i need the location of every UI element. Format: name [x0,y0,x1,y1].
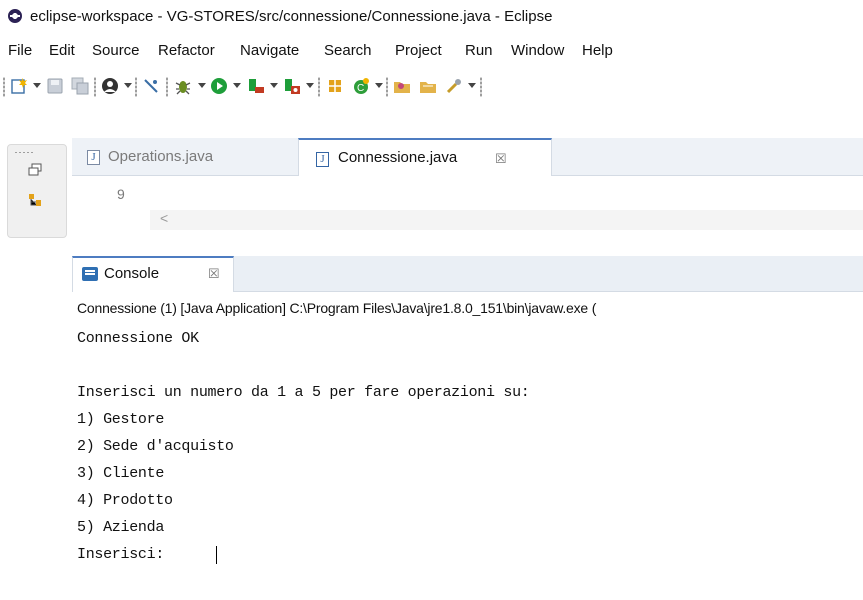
menu-help[interactable]: Help [582,42,613,59]
save-icon[interactable] [46,77,64,95]
console-line: 4) Prodotto [77,492,173,509]
run-icon[interactable] [210,77,228,95]
menu-project[interactable]: Project [395,42,442,59]
new-dropdown-icon[interactable] [33,83,41,88]
tab-label: Operations.java [108,148,214,165]
console-line: 1) Gestore [77,411,165,428]
menu-edit[interactable]: Edit [49,42,75,59]
toolbar-separator [3,77,5,97]
tab-console[interactable]: Console ☒ [72,256,234,292]
console-launch-status: Connessione (1) [Java Application] C:\Pr… [77,300,597,316]
console-line: 5) Azienda [77,519,165,536]
save-all-icon[interactable] [71,77,89,95]
menu-run[interactable]: Run [465,42,493,59]
window-title: eclipse-workspace - VG-STORES/src/connes… [30,8,553,25]
coverage-icon[interactable] [247,77,265,95]
new-class-dropdown-icon[interactable] [375,83,383,88]
drag-handle[interactable] [14,151,34,154]
new-icon[interactable] [10,77,28,95]
debug-perspective-icon[interactable] [101,77,119,95]
console-input-prompt: Inserisci: [77,546,173,563]
java-file-icon: J [87,150,100,165]
eclipse-logo-icon [8,9,22,23]
new-java-class-icon[interactable]: C [352,77,370,95]
console-tab-bar: Console ☒ [72,256,863,292]
dropdown-icon[interactable] [124,83,132,88]
horizontal-scrollbar[interactable]: < [150,210,863,230]
menu-window[interactable]: Window [511,42,564,59]
run-dropdown-icon[interactable] [233,83,241,88]
minimized-view-stack [7,144,67,238]
console-line: 2) Sede d'acquisto [77,438,234,455]
console-line: Connessione OK [77,330,199,347]
title-bar: eclipse-workspace - VG-STORES/src/connes… [0,0,863,34]
text-cursor [216,546,217,564]
debug-bug-icon[interactable] [174,77,192,95]
toolbar-separator [166,77,168,97]
toolbar-separator [318,77,320,97]
skip-breakpoints-icon[interactable] [142,77,160,95]
tab-connessione-java[interactable]: J Connessione.java ☒ [298,138,552,176]
scroll-left-arrow-icon[interactable]: < [160,210,168,226]
console-icon [82,267,98,281]
tab-label: Console [104,265,160,282]
close-icon[interactable]: ☒ [495,151,507,167]
package-explorer-icon[interactable] [28,193,42,207]
java-file-icon: J [316,152,329,167]
toolbar-separator [135,77,137,97]
debug-dropdown-icon[interactable] [198,83,206,88]
svg-text:C: C [357,83,364,94]
console-line: 3) Cliente [77,465,165,482]
open-type-icon[interactable] [393,77,411,95]
menu-refactor[interactable]: Refactor [158,42,215,59]
line-number: 9 [117,186,125,202]
console-line: Inserisci un numero da 1 a 5 per fare op… [77,384,530,401]
menu-bar: File Edit Source Refactor Navigate Searc… [0,34,863,66]
menu-search[interactable]: Search [324,42,372,59]
restore-icon[interactable] [28,163,42,177]
editor-tab-bar: J Operations.java J Connessione.java ☒ [72,138,863,176]
console-output[interactable]: Connessione OK Inserisci un numero da 1 … [77,330,863,600]
menu-navigate[interactable]: Navigate [240,42,299,59]
toolbar-separator [386,77,388,97]
menu-file[interactable]: File [8,42,32,59]
coverage-dropdown-icon[interactable] [270,83,278,88]
new-java-package-icon[interactable] [326,77,344,95]
main-toolbar: C [0,66,863,106]
open-task-icon[interactable] [419,77,437,95]
search-tool-icon[interactable] [445,77,463,95]
external-tools-dropdown-icon[interactable] [306,83,314,88]
search-dropdown-icon[interactable] [468,83,476,88]
toolbar-separator [480,77,482,97]
tab-label: Connessione.java [338,149,458,166]
menu-source[interactable]: Source [92,42,140,59]
close-icon[interactable]: ☒ [208,266,220,282]
tab-operations-java[interactable]: J Operations.java [72,138,296,176]
toolbar-separator [94,77,96,97]
external-tools-icon[interactable] [283,77,301,95]
